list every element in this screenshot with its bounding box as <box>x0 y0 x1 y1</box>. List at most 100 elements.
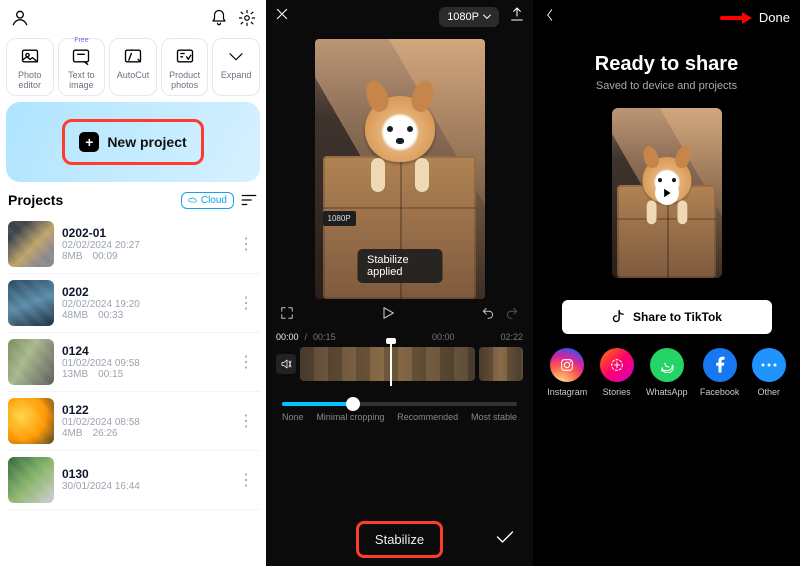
share-other[interactable]: Other <box>752 348 786 397</box>
project-name: 0124 <box>62 344 226 358</box>
project-thumbnail <box>8 339 54 385</box>
close-icon[interactable] <box>274 6 290 27</box>
resolution-label: 1080P <box>447 11 479 23</box>
other-icon <box>752 348 786 382</box>
share-facebook[interactable]: Facebook <box>700 348 740 397</box>
result-thumbnail[interactable] <box>612 108 722 278</box>
tool-photo-editor[interactable]: Photo editor <box>6 38 54 96</box>
timeline[interactable] <box>276 344 523 384</box>
ruler-right: 02:22 <box>500 332 523 342</box>
resolution-dropdown[interactable]: 1080P <box>439 7 499 27</box>
ready-heading: Ready to share <box>533 53 800 76</box>
project-thumbnail <box>8 221 54 267</box>
tool-expand[interactable]: Expand <box>212 38 260 96</box>
slider-label: Most stable <box>471 412 517 422</box>
project-date: 01/02/2024 08:58 <box>62 417 226 428</box>
project-thumbnail <box>8 398 54 444</box>
tool-label: AutoCut <box>112 71 154 81</box>
project-thumbnail <box>8 280 54 326</box>
projects-heading: Projects <box>8 192 63 208</box>
redo-icon[interactable] <box>505 306 519 325</box>
profile-icon[interactable] <box>10 8 30 28</box>
stabilize-button[interactable]: Stabilize <box>356 521 443 558</box>
tool-label: Expand <box>215 71 257 81</box>
project-size: 8MB <box>62 251 83 262</box>
project-date: 01/02/2024 09:58 <box>62 358 226 369</box>
share-tiktok-button[interactable]: Share to TikTok <box>562 300 772 334</box>
notifications-icon[interactable] <box>210 9 228 27</box>
new-project-button[interactable]: + New project <box>6 102 260 182</box>
share-tiktok-label: Share to TikTok <box>633 310 722 324</box>
project-name: 0202-01 <box>62 226 226 240</box>
whatsapp-icon <box>650 348 684 382</box>
new-project-highlight: + New project <box>62 119 203 165</box>
video-controls <box>266 299 533 328</box>
export-icon[interactable] <box>509 6 525 27</box>
project-item[interactable]: 0202 02/02/2024 19:20 48MB00:33 ⋮ <box>6 274 260 333</box>
home-panel: Photo editor Free Text to image AutoCut … <box>0 0 266 566</box>
project-name: 0122 <box>62 403 226 417</box>
video-preview[interactable]: 1080P Stabilize applied <box>315 39 485 299</box>
stabilize-slider[interactable]: None Minimal cropping Recommended Most s… <box>266 384 533 428</box>
project-item[interactable]: 0202-01 02/02/2024 20:27 8MB00:09 ⋮ <box>6 215 260 274</box>
project-date: 02/02/2024 19:20 <box>62 299 226 310</box>
play-icon[interactable] <box>380 305 396 326</box>
stories-icon <box>600 348 634 382</box>
stabilize-label: Stabilize <box>375 532 424 547</box>
project-thumbnail <box>8 457 54 503</box>
tool-label: Photo editor <box>9 71 51 91</box>
annotation-arrow-icon <box>720 10 754 26</box>
project-more-icon[interactable]: ⋮ <box>234 470 258 490</box>
social-label: Instagram <box>547 387 587 397</box>
tool-autocut[interactable]: AutoCut <box>109 38 157 96</box>
project-list: 0202-01 02/02/2024 20:27 8MB00:09 ⋮ 0202… <box>6 215 260 510</box>
project-name: 0130 <box>62 467 226 481</box>
editor-top-bar: 1080P <box>266 0 533 33</box>
project-duration: 00:33 <box>98 310 123 321</box>
project-more-icon[interactable]: ⋮ <box>234 234 258 254</box>
facebook-icon <box>703 348 737 382</box>
project-size: 4MB <box>62 428 83 439</box>
undo-icon[interactable] <box>481 306 495 325</box>
time-total: 00:15 <box>313 332 336 342</box>
slider-label: Minimal cropping <box>316 412 384 422</box>
project-item[interactable]: 0122 01/02/2024 08:58 4MB26:26 ⋮ <box>6 392 260 451</box>
confirm-icon[interactable] <box>495 529 515 550</box>
done-button[interactable]: Done <box>759 10 790 25</box>
stabilize-toast: Stabilize applied <box>357 249 442 283</box>
slider-thumb[interactable] <box>346 397 360 411</box>
mute-icon[interactable] <box>276 354 296 374</box>
social-label: WhatsApp <box>646 387 688 397</box>
social-label: Stories <box>603 387 631 397</box>
project-item[interactable]: 0130 30/01/2024 16:44 ⋮ <box>6 451 260 510</box>
slider-label: Recommended <box>397 412 458 422</box>
project-more-icon[interactable]: ⋮ <box>234 352 258 372</box>
tool-label: Product photos <box>164 71 206 91</box>
project-item[interactable]: 0124 01/02/2024 09:58 13MB00:15 ⋮ <box>6 333 260 392</box>
project-duration: 00:09 <box>93 251 118 262</box>
projects-header: Projects Cloud <box>6 192 260 215</box>
sort-icon[interactable] <box>240 193 258 207</box>
free-badge: Free <box>74 37 88 44</box>
tool-label: Text to image <box>61 71 103 91</box>
fullscreen-icon[interactable] <box>280 306 294 325</box>
plus-icon: + <box>79 132 99 152</box>
home-top-bar <box>6 6 260 34</box>
playhead[interactable] <box>390 342 392 386</box>
play-overlay-icon[interactable] <box>612 108 722 278</box>
timeline-clip[interactable] <box>300 347 475 381</box>
cloud-button[interactable]: Cloud <box>181 192 234 209</box>
timeline-clip[interactable] <box>479 347 523 381</box>
tool-text-to-image[interactable]: Free Text to image <box>58 38 106 96</box>
settings-icon[interactable] <box>238 9 256 27</box>
editor-panel: 1080P 1080P Stabilize applied 00:00 / <box>266 0 533 566</box>
share-whatsapp[interactable]: WhatsApp <box>646 348 688 397</box>
back-icon[interactable] <box>543 8 557 27</box>
share-stories[interactable]: Stories <box>600 348 634 397</box>
project-more-icon[interactable]: ⋮ <box>234 411 258 431</box>
ready-sub: Saved to device and projects <box>533 80 800 92</box>
tool-product-photos[interactable]: Product photos <box>161 38 209 96</box>
share-instagram[interactable]: Instagram <box>547 348 587 397</box>
ruler-mid: 00:00 <box>432 332 455 342</box>
project-more-icon[interactable]: ⋮ <box>234 293 258 313</box>
